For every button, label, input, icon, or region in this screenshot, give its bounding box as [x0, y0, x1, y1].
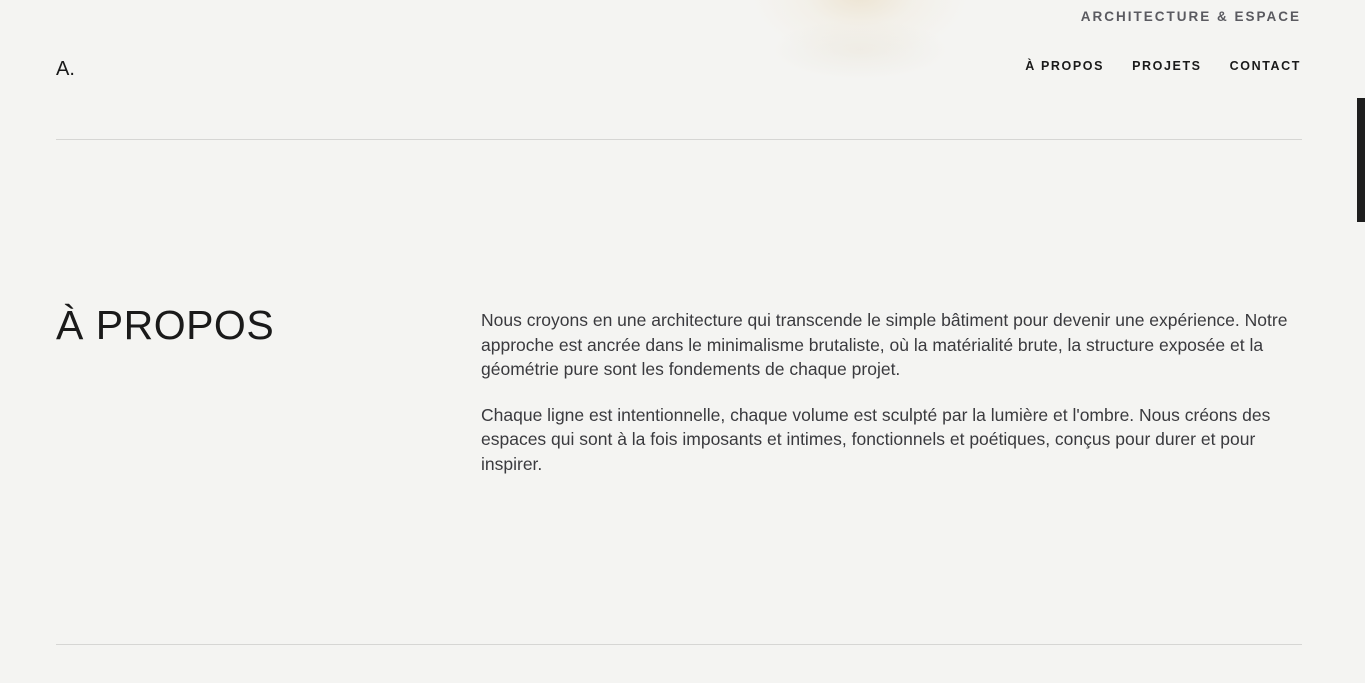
site-tagline: ARCHITECTURE & ESPACE: [1080, 9, 1301, 24]
about-section-title: À PROPOS: [56, 302, 275, 348]
decorative-glow-lower: [770, 20, 950, 80]
nav-link-contact[interactable]: CONTACT: [1230, 59, 1301, 73]
site-logo[interactable]: A.: [56, 58, 75, 81]
about-paragraph-2: Chaque ligne est intentionnelle, chaque …: [481, 404, 1271, 474]
section-divider: [56, 644, 1302, 645]
page: ARCHITECTURE & ESPACE A. À PROPOS PROJET…: [0, 0, 1357, 683]
nav-link-a-propos[interactable]: À PROPOS: [1025, 59, 1104, 73]
about-content: Nous croyons en une architecture qui tra…: [481, 308, 1303, 497]
nav-link-projets[interactable]: PROJETS: [1132, 59, 1202, 73]
header-divider: [56, 139, 1302, 140]
about-paragraph-1: Nous croyons en une architecture qui tra…: [481, 310, 1288, 379]
scrollbar-thumb[interactable]: [1357, 98, 1365, 222]
main-nav: À PROPOS PROJETS CONTACT: [1025, 59, 1301, 73]
